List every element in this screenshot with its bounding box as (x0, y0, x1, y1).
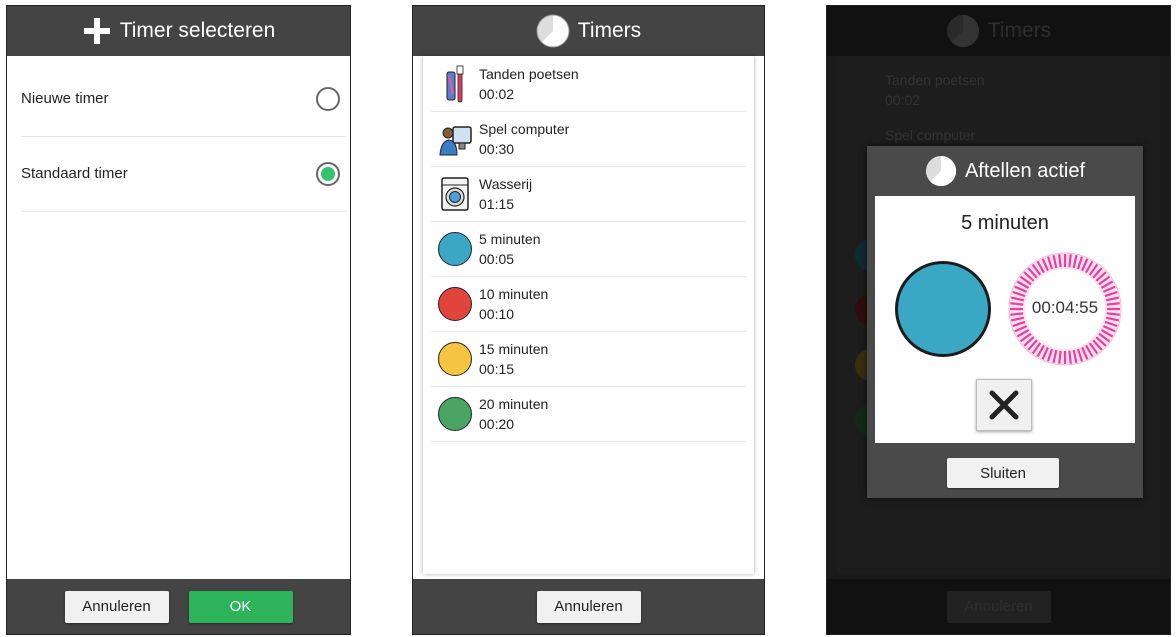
dialog-title: Aftellen actief (964, 159, 1086, 182)
timer-name: Wasserij (479, 175, 533, 192)
timer-icon (925, 155, 957, 187)
red-circle-icon (438, 286, 472, 321)
countdown-time: 00:04:55 (1031, 298, 1099, 317)
timer-duration: 00:20 (479, 415, 515, 432)
timers-list: Tanden poetsen 00:02 Spel computer 00:30 (423, 56, 754, 574)
radio-button[interactable] (316, 86, 340, 111)
list-item[interactable]: Tanden poetsen 00:02 (431, 56, 746, 112)
timer-color-circle (895, 261, 991, 357)
page-title: Timer selecteren (119, 19, 276, 42)
ok-button[interactable]: OK (188, 590, 293, 623)
computer-icon (437, 119, 473, 159)
option-label: Standaard timer (21, 165, 128, 182)
cancel-button[interactable]: Annuleren (64, 590, 169, 623)
list-item[interactable]: 10 minuten 00:10 (431, 276, 746, 332)
clock-tick (1058, 254, 1062, 268)
blue-circle-icon (438, 231, 472, 266)
dialog-body: 5 minuten 00:04:55 (875, 196, 1135, 443)
active-timer-name: 5 minuten (961, 212, 1049, 234)
timer-name: 15 minuten (479, 340, 549, 357)
close-icon (989, 390, 1019, 420)
close-button[interactable]: Sluiten (947, 458, 1059, 488)
timer-duration: 00:10 (479, 305, 515, 322)
timer-duration: 00:02 (885, 92, 921, 108)
timers-list-screen: Timers Tanden poetsen 00:02 Spel compute… (412, 5, 765, 635)
list-item[interactable]: 15 minuten 00:15 (431, 331, 746, 387)
page-title: Timers (987, 19, 1052, 42)
timer-name: Tanden poetsen (479, 65, 579, 82)
timer-duration: 01:15 (479, 195, 515, 212)
bottom-bar: Annuleren (413, 579, 764, 634)
countdown-dialog: Aftellen actief 5 minuten 00:04:55 Sluit… (867, 146, 1143, 498)
list-item[interactable]: 5 minuten 00:05 (431, 221, 746, 277)
top-bar: Timer selecteren (7, 6, 350, 56)
top-bar: Timers (827, 6, 1170, 56)
timer-name: Spel computer (885, 127, 976, 143)
timer-name: Spel computer (479, 120, 570, 137)
timer-select-screen: Timer selecteren Nieuwe timer Standaard … (6, 5, 351, 635)
timer-duration: 00:02 (479, 85, 515, 102)
option-standard-timer[interactable]: Standaard timer (21, 136, 346, 212)
page-title: Timers (577, 19, 642, 42)
stop-button[interactable] (976, 379, 1032, 431)
clock-tick (1068, 254, 1072, 268)
timer-name: 10 minuten (479, 285, 549, 302)
countdown-clock: 00:04:55 (1007, 251, 1123, 367)
timer-name: 5 minuten (479, 230, 541, 247)
yellow-circle-icon (438, 341, 472, 376)
option-new-timer[interactable]: Nieuwe timer (21, 61, 346, 137)
timer-duration: 00:30 (479, 140, 515, 157)
top-bar: Timers (413, 6, 764, 56)
timer-name: 20 minuten (479, 395, 549, 412)
bottom-bar: Annuleren OK (7, 579, 350, 634)
list-item[interactable]: 20 minuten 00:20 (431, 386, 746, 442)
dialog-header: Aftellen actief (867, 146, 1143, 196)
clock-tick (1068, 350, 1072, 364)
timer-name: Tanden poetsen (885, 72, 985, 88)
washing-machine-icon (437, 174, 473, 214)
countdown-screen: Timers Tanden poetsen 00:02 Spel compute… (826, 5, 1171, 635)
plus-icon (82, 16, 112, 46)
bottom-bar: Annuleren (827, 579, 1170, 634)
radio-button-selected[interactable] (316, 161, 340, 186)
toothbrush-icon (437, 64, 473, 104)
timer-icon (946, 14, 980, 48)
list-item[interactable]: Wasserij 01:15 (431, 166, 746, 222)
clock-tick (1058, 350, 1062, 364)
timer-duration: 00:05 (479, 250, 515, 267)
timer-duration: 00:15 (479, 360, 515, 377)
timer-icon (536, 14, 570, 48)
option-label: Nieuwe timer (21, 90, 109, 107)
cancel-button: Annuleren (946, 590, 1051, 623)
cancel-button[interactable]: Annuleren (536, 590, 641, 623)
list-item[interactable]: Spel computer 00:30 (431, 111, 746, 167)
green-circle-icon (438, 396, 472, 431)
